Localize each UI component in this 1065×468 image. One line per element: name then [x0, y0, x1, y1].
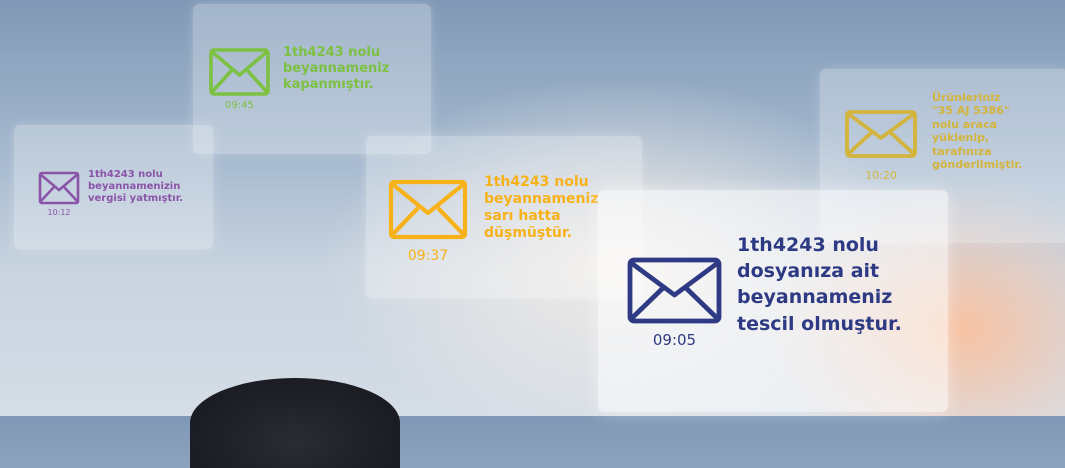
notification-message: 1th4243 nolu beyannameniz sarı hatta düş…	[484, 174, 598, 242]
message-line: beyannameniz	[737, 286, 893, 309]
notification-message: Ürünleriniz "35 AJ 5386" nolu araca yükl…	[932, 91, 1022, 171]
notification-time: 10:12	[47, 208, 71, 217]
envelope-icon	[844, 109, 918, 159]
message-line: gönderilmiştir.	[932, 158, 1023, 172]
notification-message: 1th4243 nolu beyannameniz kapanmıştır.	[283, 45, 389, 93]
notification-time: 10:20	[865, 169, 897, 182]
envelope-icon	[388, 179, 468, 240]
message-line: beyannamenizin	[88, 181, 181, 193]
message-line: tarafınıza	[932, 144, 992, 158]
envelope-icon	[627, 257, 722, 324]
message-line: 1th4243 nolu	[283, 45, 381, 60]
message-line: beyannameniz	[484, 191, 599, 208]
message-line: nolu araca	[932, 117, 998, 131]
notification-card-vergi: 10:12 1th4243 nolu beyannamenizin vergis…	[14, 125, 213, 249]
message-line: beyannameniz	[283, 60, 390, 76]
message-line: Ürünleriniz	[932, 91, 1001, 104]
message-line: tescil olmuştur.	[737, 312, 902, 335]
message-line: yüklenip,	[932, 131, 990, 145]
message-line: "35 AJ 5386"	[932, 104, 1010, 118]
notification-time: 09:05	[652, 331, 697, 349]
message-line: düşmüştür.	[484, 225, 573, 242]
message-line: sarı hatta	[484, 208, 561, 225]
envelope-icon	[208, 47, 271, 97]
person-head	[190, 378, 400, 468]
notification-card-kapanma: 09:45 1th4243 nolu beyannameniz kapanmış…	[193, 4, 431, 154]
message-line: vergisi yatmıştır.	[88, 193, 184, 205]
notification-message: 1th4243 nolu beyannamenizin vergisi yatm…	[88, 169, 183, 206]
notification-message: 1th4243 nolu dosyanıza ait beyannameniz …	[737, 232, 902, 337]
message-line: 1th4243 nolu	[737, 234, 879, 256]
message-line: 1th4243 nolu	[88, 169, 163, 180]
message-line: dosyanıza ait	[737, 260, 880, 283]
message-line: 1th4243 nolu	[484, 174, 589, 190]
envelope-icon	[38, 171, 80, 205]
notification-card-tescil: 09:05 1th4243 nolu dosyanıza ait beyanna…	[598, 190, 948, 412]
notification-time: 09:45	[225, 100, 254, 111]
message-line: kapanmıştır.	[283, 76, 374, 92]
notification-time: 09:37	[407, 248, 449, 264]
